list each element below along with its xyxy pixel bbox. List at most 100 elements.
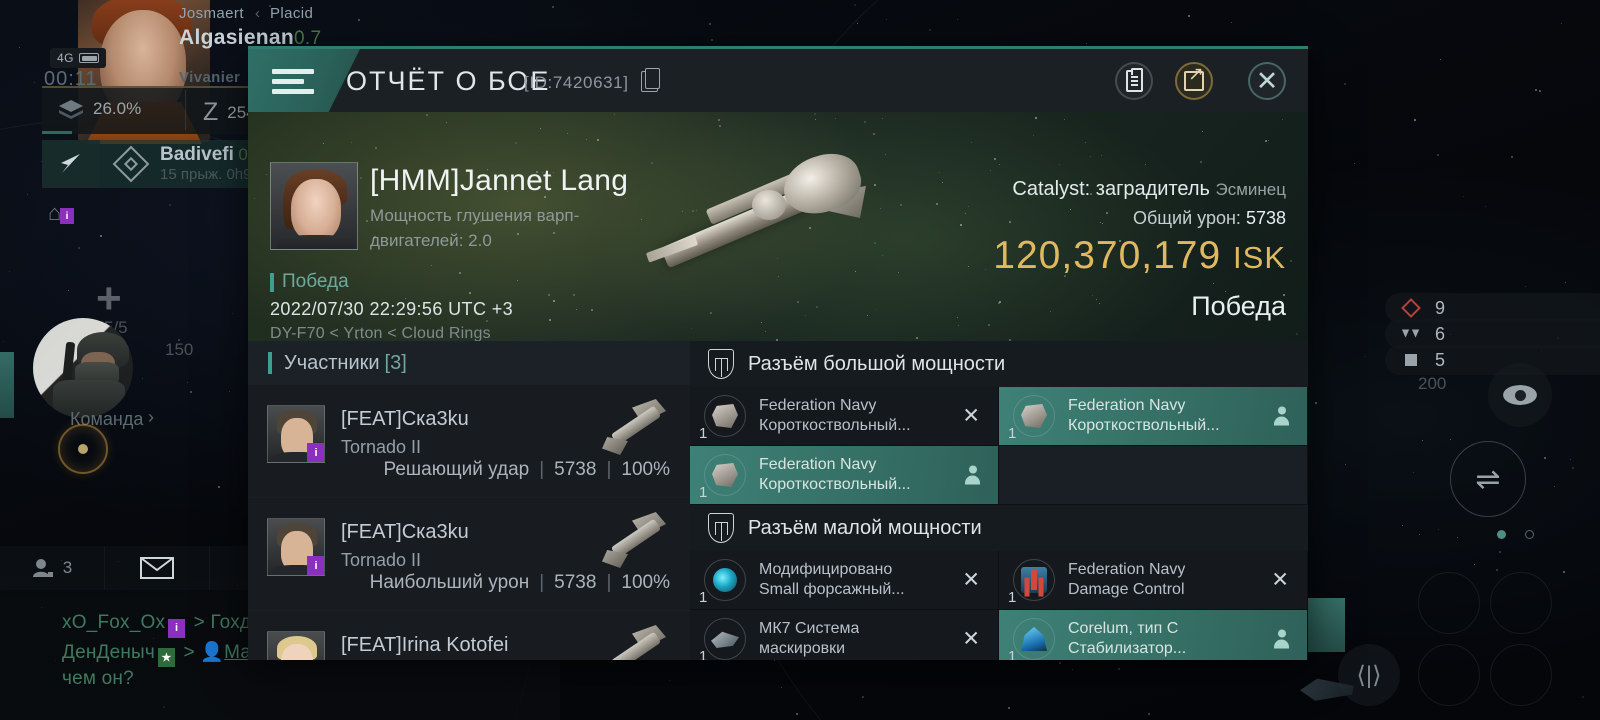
route-autopilot-icon[interactable] <box>42 140 100 188</box>
hamburger-menu-icon <box>272 69 314 94</box>
right-hud-row[interactable]: 5 <box>1385 345 1600 375</box>
module-slot-empty[interactable] <box>999 446 1308 505</box>
close-button[interactable]: ✕ <box>1248 62 1286 100</box>
swap-button[interactable]: ⇌ <box>1450 441 1526 517</box>
high-power-slot-header: Разъём большой мощности <box>690 341 1308 387</box>
cargo-stat[interactable]: 26.0% <box>58 98 141 120</box>
chat-user-icon: 👤 <box>200 642 225 663</box>
chat-author: ДенДеныч <box>62 642 156 663</box>
people-icon <box>32 559 53 577</box>
fitting-button[interactable]: ⟨|⟩ <box>1338 644 1400 706</box>
player-avatar[interactable] <box>33 318 133 418</box>
clipboard-button[interactable] <box>1115 62 1153 100</box>
table-row[interactable]: i [FEAT]Ска3ku Tornado II Решающий удар … <box>248 385 690 498</box>
table-row[interactable]: + [FEAT]Irina Kotofei Tornado II <box>248 611 690 660</box>
report-id: [ID:7420631] <box>524 73 629 92</box>
participant-ship: Tornado II <box>341 550 422 570</box>
close-x-icon[interactable]: ✕ <box>962 570 980 591</box>
look-button[interactable] <box>1488 363 1552 427</box>
close-x-icon[interactable]: ✕ <box>962 629 980 650</box>
module-name: Federation Navy Damage Control <box>1068 560 1185 600</box>
rank-badge: i <box>307 556 324 575</box>
module-name: Модифицировано Small форсажный... <box>759 560 905 600</box>
page-title: ОТЧЁТ О БОЕ <box>346 66 551 96</box>
combat-report-dialog: ОТЧЁТ О БОЕ [ID:7420631] ✕ [H <box>248 46 1308 660</box>
network-status: 4G <box>50 48 107 68</box>
table-row[interactable]: i [FEAT]Ска3ku Tornado II Наибольший уро… <box>248 498 690 611</box>
system-next: Vivanier <box>179 69 241 86</box>
damage-control-icon <box>1013 559 1055 601</box>
module-slot[interactable]: 1 Federation Navy Короткоствольный... ✕ <box>690 387 999 446</box>
share-button[interactable] <box>1175 62 1213 100</box>
module-slot[interactable]: 1 Federation Navy Короткоствольный... <box>690 446 999 505</box>
participant-ship-icon <box>596 393 676 465</box>
people-count: 3 <box>62 558 73 577</box>
module-name: Federation Navy Короткоствольный... <box>1068 396 1220 436</box>
rank-badge: i <box>307 443 324 462</box>
participant-ship-icon <box>596 619 676 660</box>
right-hud-value: 5 <box>1435 349 1446 370</box>
person-icon[interactable] <box>965 465 980 485</box>
module-slot[interactable]: 1 Federation Navy Короткоствольный... <box>999 387 1308 446</box>
ship-class: Эсминец <box>1215 180 1286 199</box>
copy-icon[interactable] <box>641 68 660 92</box>
close-x-icon[interactable]: ✕ <box>962 406 980 427</box>
module-name-line2: Короткоствольный... <box>1068 417 1220 434</box>
stat-separator: | <box>606 459 612 480</box>
close-x-icon[interactable]: ✕ <box>1271 570 1289 591</box>
menu-button[interactable] <box>248 49 360 112</box>
team-expand-chevron[interactable]: › <box>148 407 154 428</box>
chat-line[interactable]: ДенДеныч ★ > 👤Ма <box>62 640 251 667</box>
location-path: DY-F70 < Yrton < Cloud Rings <box>270 325 491 341</box>
module-slot[interactable]: 1 Corelum, тип C Стабилизатор... <box>999 610 1308 660</box>
hp-cross-icon: + <box>96 274 122 323</box>
stabilizer-icon <box>1013 618 1055 660</box>
hud-button[interactable] <box>1418 644 1480 706</box>
module-name-line1: Federation Navy <box>1068 561 1186 578</box>
person-icon[interactable] <box>1274 406 1289 426</box>
swap-arrows-icon: ⇌ <box>1475 462 1501 496</box>
hud-button[interactable] <box>1490 572 1552 634</box>
page-dot-active[interactable] <box>1497 530 1506 539</box>
module-name-line1: Federation Navy <box>1068 397 1186 414</box>
module-name: Federation Navy Короткоствольный... <box>759 455 911 495</box>
right-hud-value: 6 <box>1435 323 1446 344</box>
damage-value: 5738 <box>1245 208 1286 228</box>
module-quantity: 1 <box>699 484 708 501</box>
page-dot[interactable] <box>1525 530 1534 539</box>
slot-title: Разъём малой мощности <box>748 516 982 539</box>
damage-summary: Общий урон: 5738 <box>1133 208 1286 229</box>
pilot-subtitle: Мощность глушения варп-двигателей: 2.0 <box>370 206 580 250</box>
module-name-line2: Короткоствольный... <box>759 476 911 493</box>
module-slot[interactable]: 1 МК7 Система маскировки ✕ <box>690 610 999 660</box>
module-slot[interactable]: 1 Модифицировано Small форсажный... ✕ <box>690 551 999 610</box>
chat-line[interactable]: xO_Fox_Ox i > Гохд <box>62 612 251 638</box>
module-name-line1: Модифицировано <box>759 561 893 578</box>
people-count-button[interactable]: 3 <box>0 546 105 590</box>
chat-text: чем он? <box>62 668 134 689</box>
module-slot[interactable]: 1 Federation Navy Damage Control ✕ <box>999 551 1308 610</box>
timestamp: 2022/07/30 22:29:56 UTC +3 <box>270 299 514 319</box>
hud-button[interactable] <box>1418 572 1480 634</box>
module-name: Federation Navy Короткоствольный... <box>759 396 911 436</box>
module-name-line2: Стабилизатор... <box>1068 640 1187 657</box>
stat-damage: 5738 <box>554 459 597 480</box>
hud-button[interactable] <box>1490 644 1552 706</box>
mail-button[interactable] <box>105 546 210 590</box>
system-region: Placid <box>270 5 314 22</box>
warp-indicator <box>58 424 108 474</box>
low-power-slot-header: Разъём малой мощности <box>690 505 1308 551</box>
participant-name: [FEAT]Irina Kotofei <box>341 634 509 656</box>
stat-percent: 100% <box>621 572 670 593</box>
ship-name: Catalyst: заградитель <box>1012 178 1210 200</box>
person-icon[interactable] <box>1274 629 1289 649</box>
pilot-portrait[interactable] <box>270 162 358 250</box>
target-diamond-icon <box>1401 298 1421 318</box>
screen-root: Josmaert ‹ Placid Algasienan0.7 Vivanier… <box>0 0 1600 720</box>
result-badge: Победа <box>270 271 349 293</box>
slot-title: Разъём большой мощности <box>748 352 1006 375</box>
drones-icon <box>1401 324 1421 344</box>
cargo-icon <box>59 100 83 119</box>
module-quantity: 1 <box>1008 425 1017 442</box>
chat-line[interactable]: чем он? <box>62 668 134 690</box>
